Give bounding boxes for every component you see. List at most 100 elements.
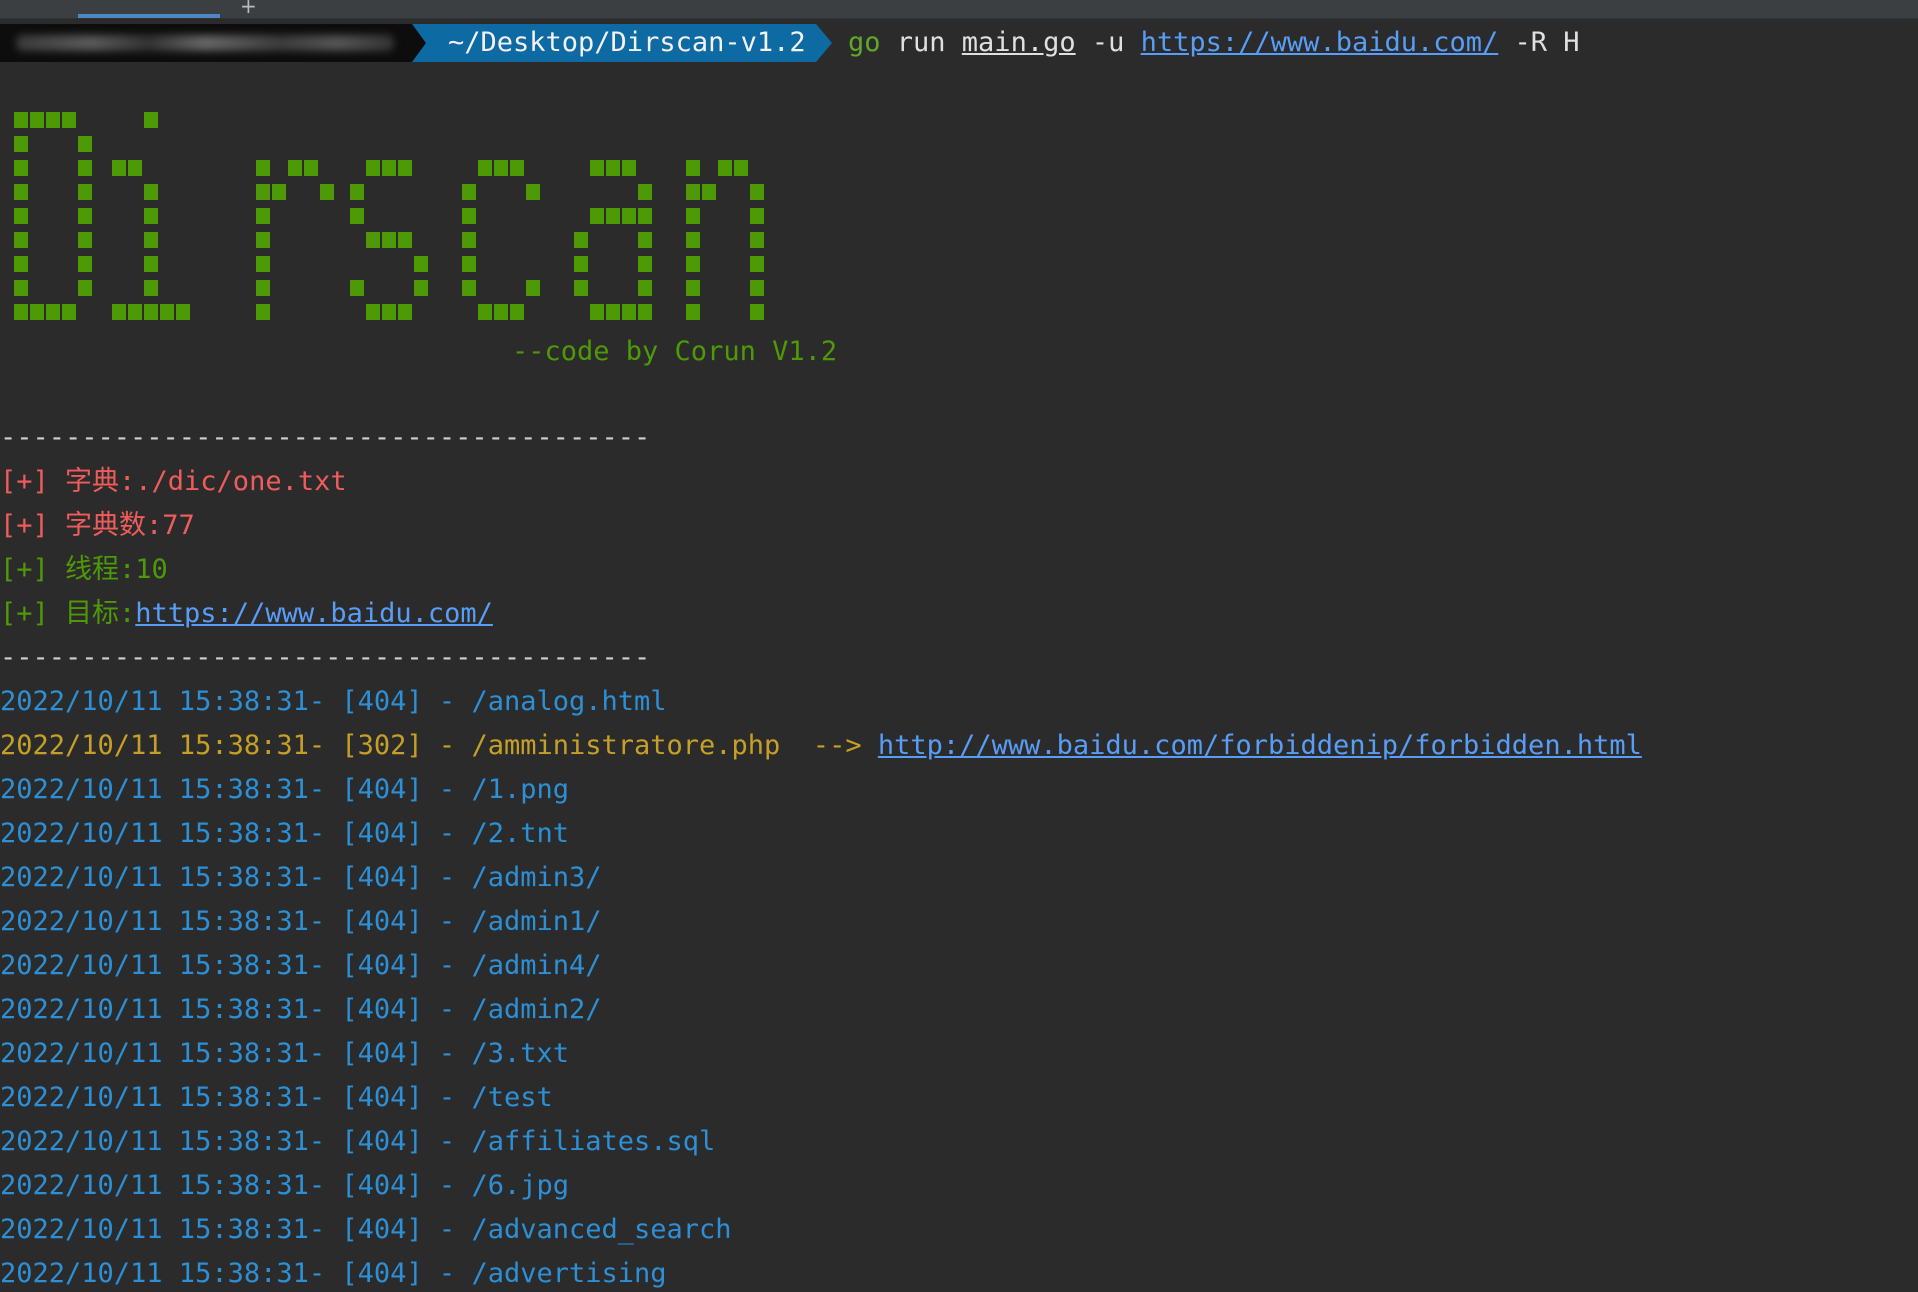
- banner-pixel: [462, 256, 476, 272]
- terminal-tab-1[interactable]: [0, 0, 70, 18]
- banner-pixel: [144, 256, 158, 272]
- result-status: [404]: [341, 1038, 423, 1069]
- banner-pixel: [112, 304, 126, 320]
- banner-pixel: [144, 232, 158, 248]
- terminal-tab-2-active[interactable]: [78, 0, 220, 18]
- banner-pixel: [750, 208, 764, 224]
- banner-pixel: [574, 232, 588, 248]
- banner-pixel: [14, 304, 28, 320]
- banner-pixel: [46, 304, 60, 320]
- banner-letter-block: [112, 112, 190, 320]
- banner-pixel: [256, 184, 270, 200]
- separator-line: ----------------------------------------: [0, 642, 651, 673]
- banner-pixel: [622, 208, 636, 224]
- scan-result-row: 2022/10/11 15:38:31- [404] - /advertisin…: [0, 1258, 667, 1289]
- banner-pixel: [78, 256, 92, 272]
- scan-result-row: 2022/10/11 15:38:31- [404] - /2.tnt: [0, 818, 569, 849]
- banner-pixel: [272, 184, 286, 200]
- command-url-link[interactable]: https://www.baidu.com/: [1141, 27, 1499, 58]
- scan-result-row: 2022/10/11 15:38:31- [404] - /advanced_s…: [0, 1214, 732, 1245]
- banner-pixel: [366, 232, 380, 248]
- banner-pixel: [478, 304, 492, 320]
- banner-pixel: [30, 304, 44, 320]
- target-url-link[interactable]: https://www.baidu.com/: [135, 598, 493, 629]
- powerline-arrow-icon: [412, 24, 426, 62]
- banner-pixel: [606, 304, 620, 320]
- banner-pixel: [256, 304, 270, 320]
- result-path: /advanced_search: [471, 1214, 732, 1245]
- banner-pixel: [686, 208, 700, 224]
- banner-pixel: [750, 232, 764, 248]
- result-path: /amministratore.php: [471, 730, 781, 761]
- banner-letter-block: [686, 160, 764, 320]
- scan-info-line: [+] 字典:./dic/one.txt: [0, 464, 347, 500]
- result-time: 2022/10/11 15:38:31-: [0, 862, 326, 893]
- scan-result-row: 2022/10/11 15:38:31- [302] - /amministra…: [0, 730, 1642, 761]
- banner-pixel: [382, 304, 396, 320]
- banner-pixel: [638, 256, 652, 272]
- result-time: 2022/10/11 15:38:31-: [0, 1258, 326, 1289]
- banner-pixel: [574, 280, 588, 296]
- shell-prompt: ~/Desktop/Dirscan-v1.2 go run main.go -u…: [0, 24, 1918, 62]
- scan-result-row: 2022/10/11 15:38:31- [404] - /affiliates…: [0, 1126, 716, 1157]
- result-status: [404]: [341, 1214, 423, 1245]
- terminal-tab-bar: +: [0, 0, 1918, 19]
- scan-info-line: [+] 目标:https://www.baidu.com/: [0, 596, 493, 632]
- banner-pixel: [414, 280, 428, 296]
- banner-pixel: [686, 232, 700, 248]
- banner-pixel: [510, 304, 524, 320]
- banner-pixel: [288, 160, 302, 176]
- result-status: [404]: [341, 1258, 423, 1289]
- banner-pixel: [510, 160, 524, 176]
- banner-pixel: [304, 160, 318, 176]
- banner-pixel: [14, 136, 28, 152]
- result-time: 2022/10/11 15:38:31-: [0, 818, 326, 849]
- banner-pixel: [144, 184, 158, 200]
- redirect-url-link[interactable]: http://www.baidu.com/forbiddenip/forbidd…: [878, 730, 1642, 761]
- banner-pixel: [734, 160, 748, 176]
- banner-pixel: [144, 112, 158, 128]
- banner-pixel: [62, 112, 76, 128]
- banner-pixel: [526, 184, 540, 200]
- scan-info-text: [+] 线程:10: [0, 554, 168, 585]
- result-time: 2022/10/11 15:38:31-: [0, 686, 326, 717]
- banner-pixel: [256, 208, 270, 224]
- banner-pixel: [398, 304, 412, 320]
- result-status: [404]: [341, 1126, 423, 1157]
- banner-pixel: [606, 208, 620, 224]
- banner-pixel: [350, 280, 364, 296]
- separator-line: ----------------------------------------: [0, 422, 651, 453]
- redirect-arrow: -->: [780, 730, 878, 761]
- banner-pixel: [686, 304, 700, 320]
- result-time: 2022/10/11 15:38:31-: [0, 994, 326, 1025]
- scan-info-text: [+] 字典:./dic/one.txt: [0, 466, 347, 497]
- banner-pixel: [256, 232, 270, 248]
- new-tab-button[interactable]: +: [240, 0, 257, 18]
- banner-pixel: [14, 208, 28, 224]
- scan-result-row: 2022/10/11 15:38:31- [404] - /analog.htm…: [0, 686, 667, 717]
- banner-pixel: [750, 304, 764, 320]
- banner-pixel: [702, 184, 716, 200]
- banner-pixel: [366, 304, 380, 320]
- banner-pixel: [78, 208, 92, 224]
- banner-pixel: [256, 256, 270, 272]
- banner-pixel: [398, 232, 412, 248]
- banner-pixel: [350, 184, 364, 200]
- result-status: [404]: [341, 862, 423, 893]
- banner-pixel: [320, 184, 334, 200]
- prompt-path: ~/Desktop/Dirscan-v1.2: [448, 27, 806, 58]
- redacted-user-host: [16, 35, 394, 51]
- banner-letter-block: [350, 160, 428, 320]
- result-time: 2022/10/11 15:38:31-: [0, 1214, 326, 1245]
- result-status: [404]: [341, 950, 423, 981]
- banner-pixel: [494, 160, 508, 176]
- command-line: go run main.go -u https://www.baidu.com/…: [848, 24, 1580, 62]
- banner-pixel: [144, 208, 158, 224]
- result-path: /analog.html: [471, 686, 667, 717]
- result-path: /admin2/: [471, 994, 602, 1025]
- banner-pixel: [78, 232, 92, 248]
- banner-pixel: [686, 280, 700, 296]
- banner-pixel: [590, 160, 604, 176]
- banner-letter-block: [256, 160, 334, 320]
- banner-pixel: [622, 160, 636, 176]
